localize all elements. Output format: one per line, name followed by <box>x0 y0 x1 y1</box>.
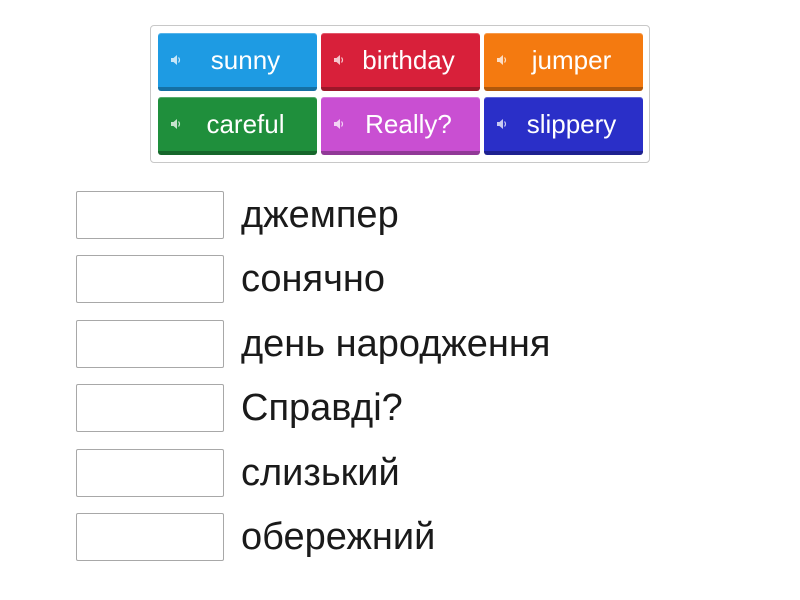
word-tile-label: sunny <box>210 44 281 75</box>
speaker-icon[interactable] <box>484 54 508 66</box>
speaker-icon[interactable] <box>158 54 182 66</box>
definition-text: день народження <box>241 322 551 365</box>
match-row: обережний <box>76 512 435 562</box>
word-bank: sunny birthday jumper careful Really? sl… <box>150 25 650 163</box>
definition-text: джемпер <box>241 193 399 236</box>
definition-text: слизький <box>241 451 400 494</box>
drop-slot[interactable] <box>76 384 224 432</box>
word-tile-label: Really? <box>365 108 452 139</box>
word-tile-sunny[interactable]: sunny <box>158 33 317 91</box>
word-tile-label: birthday <box>362 44 455 75</box>
word-tile-birthday[interactable]: birthday <box>321 33 480 91</box>
speaker-icon[interactable] <box>158 118 182 130</box>
speaker-icon[interactable] <box>484 118 508 130</box>
definition-text: сонячно <box>241 257 386 300</box>
match-row: джемпер <box>76 190 399 240</box>
speaker-icon[interactable] <box>321 54 345 66</box>
speaker-icon[interactable] <box>321 118 345 130</box>
match-row: Справді? <box>76 383 403 433</box>
drop-slot[interactable] <box>76 513 224 561</box>
word-tile-jumper[interactable]: jumper <box>484 33 643 91</box>
definition-text: Справді? <box>241 386 403 429</box>
match-row: слизький <box>76 448 400 498</box>
word-tile-label: careful <box>206 108 285 139</box>
definition-text: обережний <box>241 515 436 558</box>
word-tile-slippery[interactable]: slippery <box>484 97 643 155</box>
drop-slot[interactable] <box>76 255 224 303</box>
drop-slot[interactable] <box>76 320 224 368</box>
drop-slot[interactable] <box>76 449 224 497</box>
word-tile-label: jumper <box>531 44 612 75</box>
match-row: день народження <box>76 319 550 369</box>
word-tile-careful[interactable]: careful <box>158 97 317 155</box>
drop-slot[interactable] <box>76 191 224 239</box>
word-tile-really[interactable]: Really? <box>321 97 480 155</box>
word-tile-label: slippery <box>526 108 617 139</box>
match-row: сонячно <box>76 254 385 304</box>
